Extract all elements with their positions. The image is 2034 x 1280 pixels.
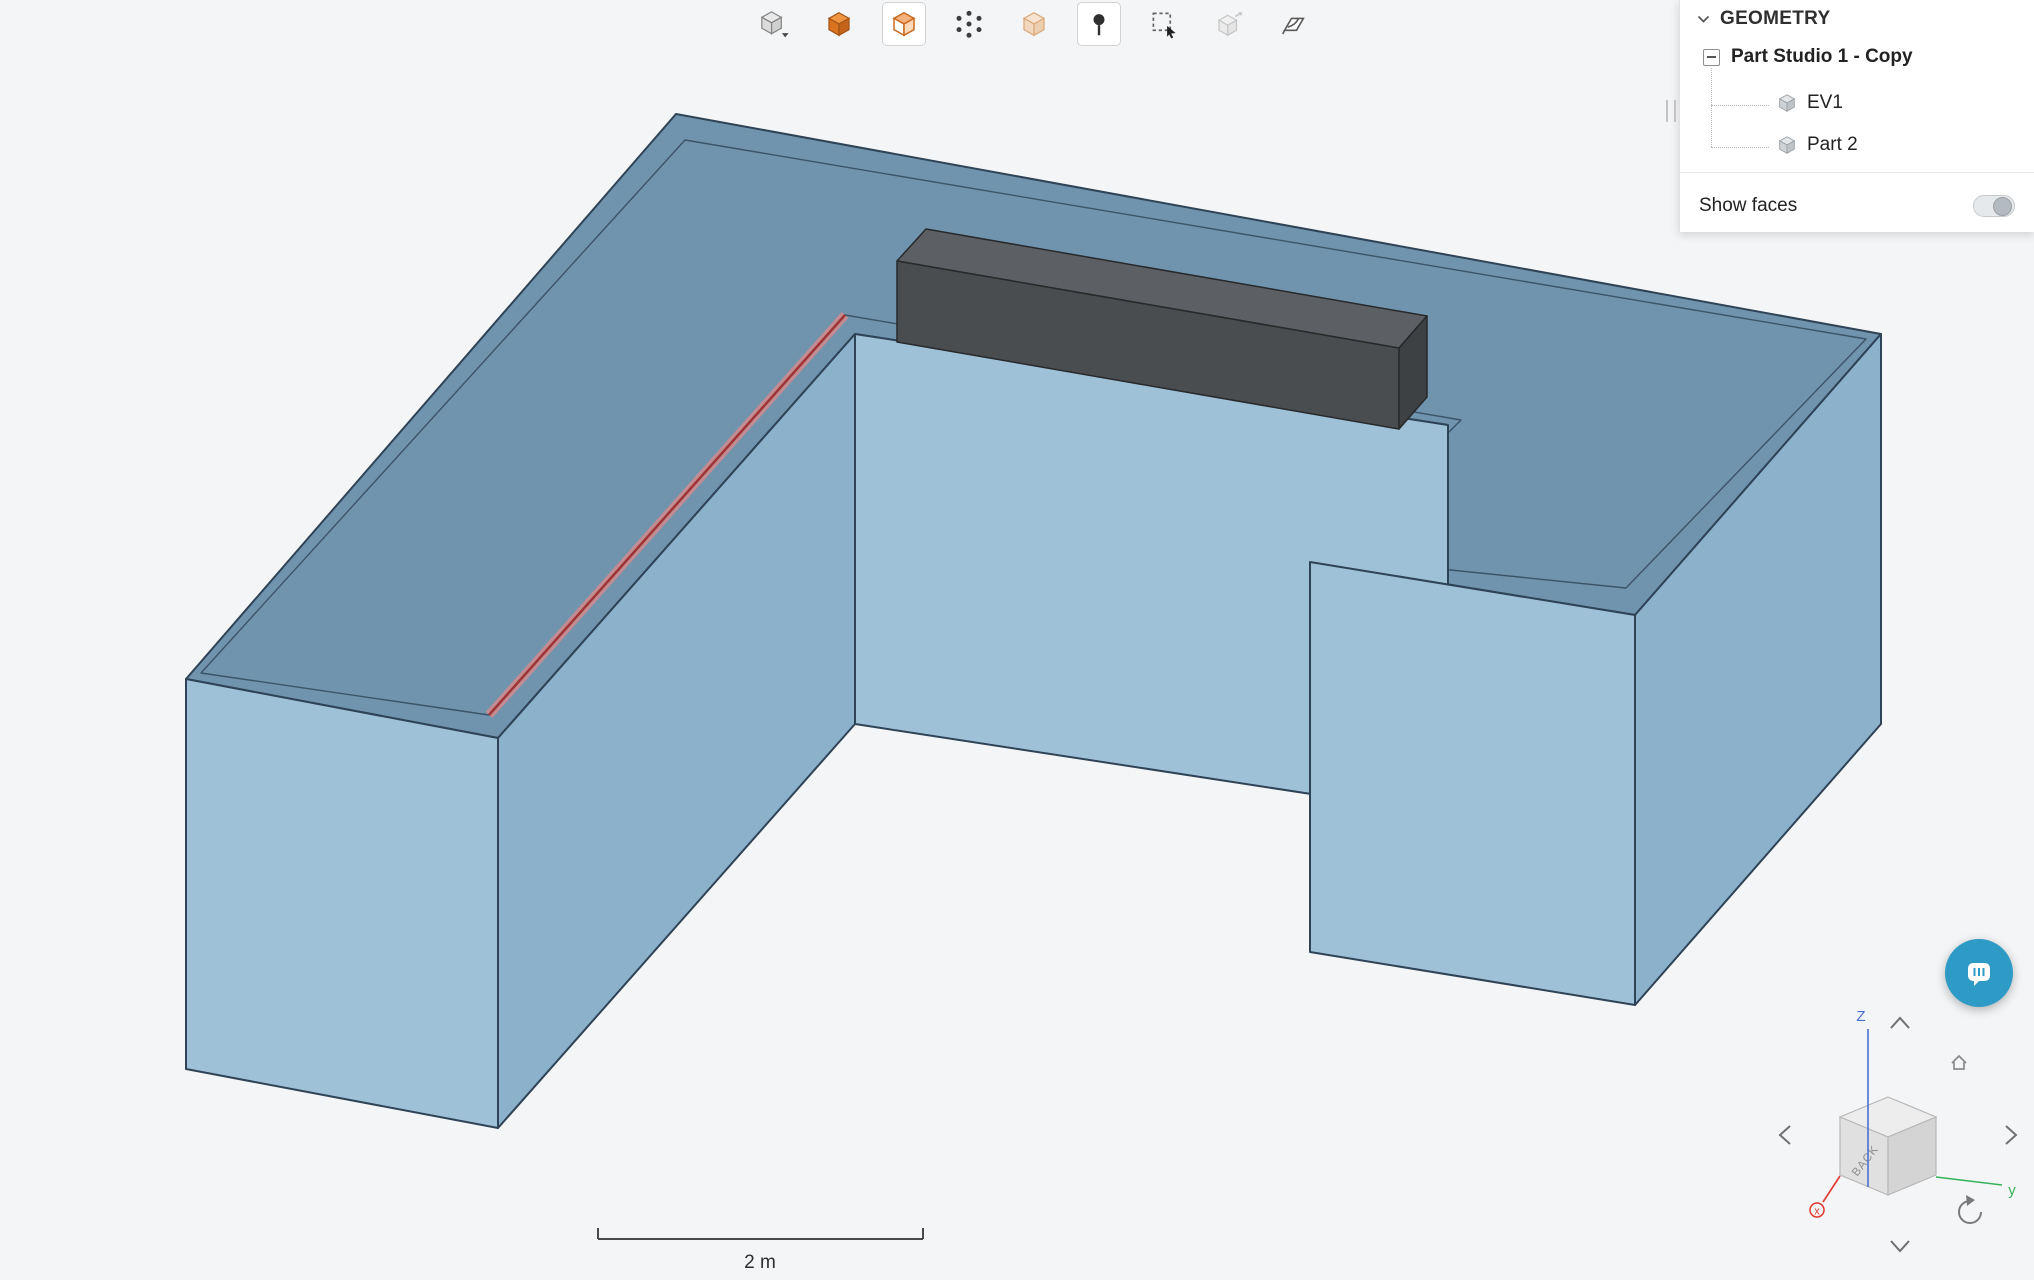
- part-cube-icon: [1776, 134, 1798, 156]
- faded-cube-button[interactable]: [1012, 2, 1056, 46]
- show-vertices-button[interactable]: [947, 2, 991, 46]
- tree-item-ev1[interactable]: EV1: [1776, 92, 1843, 114]
- orange-outline-cube-icon: [889, 9, 919, 39]
- visibility-cube-menu-button[interactable]: [752, 2, 796, 46]
- chevron-down-icon: [1696, 12, 1711, 26]
- app-window: GEOMETRY Part Studio 1 - Copy EV1 Part 2: [0, 0, 2034, 1280]
- ev1-front-right-face[interactable]: [1310, 562, 1635, 1005]
- ev1-front-left-face[interactable]: [186, 679, 498, 1128]
- panel-divider: [1680, 172, 2034, 173]
- panel-section-title: GEOMETRY: [1720, 8, 1830, 30]
- roll-view-icon[interactable]: [1959, 1195, 1981, 1223]
- vertices-icon: [954, 9, 984, 39]
- tree-item-label: Part 2: [1807, 134, 1858, 156]
- transform-cube-icon: [1214, 9, 1244, 39]
- view-navigation-gizmo: BACK Z y x: [1730, 995, 2034, 1280]
- rotate-up-chevron[interactable]: [1891, 1018, 1909, 1028]
- x-axis-line: [1823, 1176, 1840, 1202]
- rotate-left-chevron[interactable]: [1780, 1126, 1790, 1144]
- cube-menu-icon: [757, 8, 791, 40]
- panel-resize-grip[interactable]: [1666, 100, 1676, 122]
- toggle-knob: [1993, 197, 2012, 216]
- rotate-down-chevron[interactable]: [1891, 1241, 1909, 1251]
- view-cube[interactable]: BACK: [1840, 1097, 1936, 1195]
- scale-bar: [590, 1222, 930, 1248]
- probe-point-button[interactable]: [1077, 2, 1121, 46]
- y-axis-line: [1936, 1177, 2002, 1185]
- messenger-icon: [1961, 955, 1997, 991]
- transform-cube-button[interactable]: [1207, 2, 1251, 46]
- marquee-select-icon: [1149, 9, 1179, 39]
- tree-connector-part2: [1711, 147, 1769, 148]
- tree-connector-ev1: [1711, 105, 1769, 106]
- tree-item-label: EV1: [1807, 92, 1843, 114]
- scale-bar-label: 2 m: [590, 1252, 930, 1274]
- tree-root-label: Part Studio 1 - Copy: [1731, 46, 1913, 68]
- x-axis-label: x: [1814, 1206, 1820, 1218]
- tree-item-part2[interactable]: Part 2: [1776, 134, 1858, 156]
- orange-cube-icon: [824, 9, 854, 39]
- section-view-button[interactable]: [1272, 2, 1316, 46]
- box-select-button[interactable]: [1142, 2, 1186, 46]
- home-view-icon[interactable]: [1952, 1056, 1966, 1069]
- z-axis-label: Z: [1856, 1008, 1865, 1025]
- tan-cube-icon: [1019, 9, 1049, 39]
- outline-cube-button[interactable]: [882, 2, 926, 46]
- solid-cube-button[interactable]: [817, 2, 861, 46]
- section-plane-icon: [1279, 9, 1309, 39]
- part-cube-icon: [1776, 92, 1798, 114]
- tree-connector-vertical: [1711, 68, 1712, 147]
- view-toolbar: [752, 2, 1316, 46]
- show-faces-label: Show faces: [1699, 195, 1797, 217]
- show-faces-toggle[interactable]: [1973, 195, 2015, 217]
- show-faces-row: Show faces: [1699, 186, 2015, 226]
- y-axis-label: y: [2008, 1182, 2016, 1199]
- collapse-minus-icon[interactable]: [1703, 49, 1720, 66]
- geometry-section-header[interactable]: GEOMETRY: [1696, 8, 1830, 30]
- geometry-panel: GEOMETRY Part Studio 1 - Copy EV1 Part 2: [1679, 0, 2034, 232]
- tree-root-part-studio[interactable]: Part Studio 1 - Copy: [1703, 46, 1913, 68]
- chat-launcher-button[interactable]: [1945, 939, 2013, 1007]
- rotate-right-chevron[interactable]: [2006, 1126, 2016, 1144]
- probe-pin-icon: [1084, 9, 1114, 39]
